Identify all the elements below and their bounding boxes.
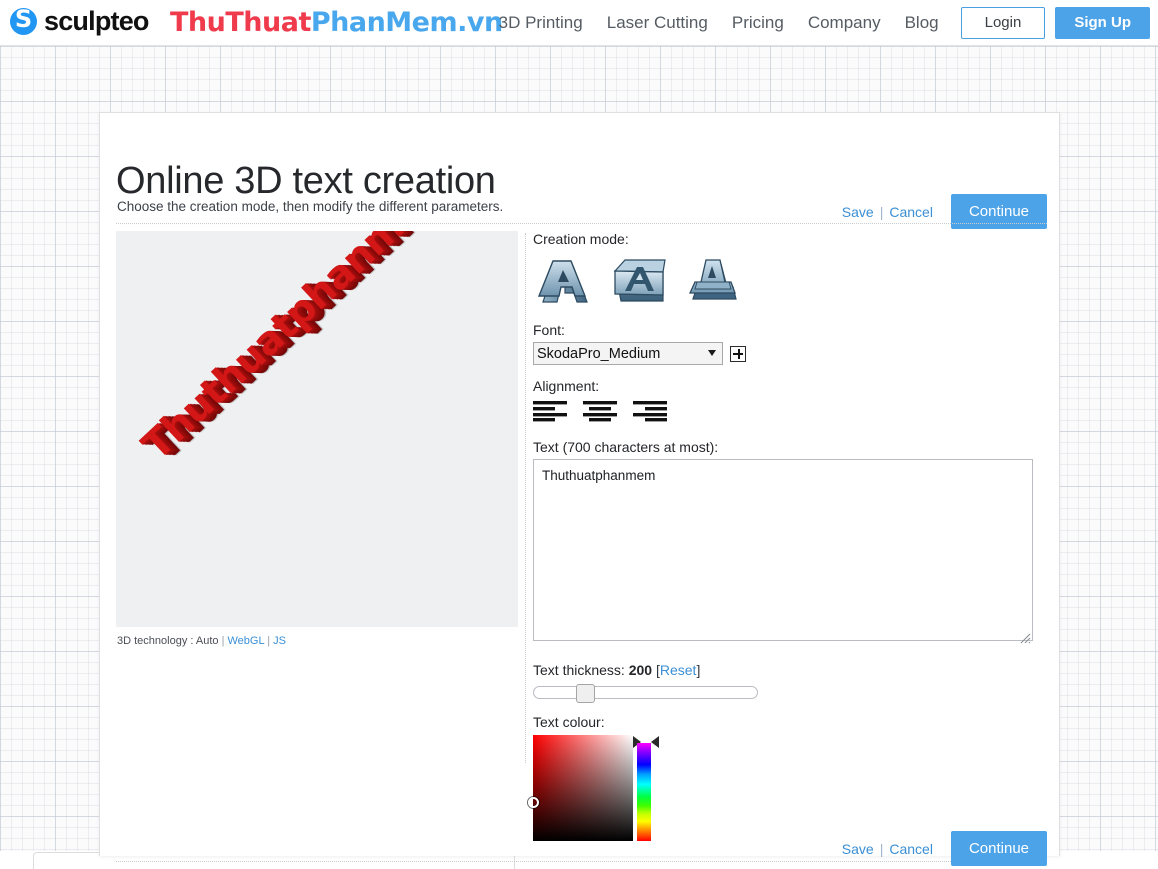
watermark-part-1: ThuThuat [170,7,311,38]
thickness-reset-bracket-close: ] [696,662,700,678]
login-button[interactable]: Login [961,7,1046,39]
thickness-slider[interactable] [533,686,758,699]
block-3d-letter-a-icon[interactable] [607,254,671,308]
sculpteo-logo[interactable]: sculpteo [10,6,149,36]
page-title: Online 3D text creation [116,160,496,203]
js-link[interactable]: JS [273,635,286,647]
tech-prefix-label: 3D technology : Auto [117,635,219,647]
3d-preview-canvas[interactable]: Thuthuatphanmem [116,231,518,627]
continue-button-bottom[interactable]: Continue [951,831,1047,866]
save-link-bottom[interactable]: Save [838,841,878,857]
cancel-link-top[interactable]: Cancel [885,204,937,220]
alignment-options [533,400,1045,422]
text-colour-picker [533,735,651,841]
thickness-slider-thumb[interactable] [576,684,595,703]
nav-item-company[interactable]: Company [796,0,893,46]
nav-item-pricing[interactable]: Pricing [720,0,796,46]
page-subtitle: Choose the creation mode, then modify th… [117,199,503,214]
nav-item-3d-printing[interactable]: 3D Printing [487,0,595,46]
font-label: Font: [533,322,1045,338]
thickness-value: 200 [629,662,652,678]
thickness-row: Text thickness: 200 [Reset] [533,662,1045,678]
preview-column: Thuthuatphanmem 3D technology : Auto | W… [116,231,518,771]
colour-selection-marker [528,797,539,808]
add-font-button[interactable] [730,346,746,362]
cancel-link-bottom[interactable]: Cancel [885,841,937,857]
bottom-action-row: Save | Cancel Continue [838,831,1047,866]
hue-marker-right-icon [651,736,659,748]
font-select[interactable]: SkodaPro_Medium [533,342,723,365]
creation-mode-label: Creation mode: [533,231,1045,247]
alignment-label: Alignment: [533,378,1045,394]
thickness-label: Text thickness: [533,662,625,678]
divider-top [116,223,1047,224]
align-center-icon[interactable] [583,400,617,422]
main-navigation: 3D Printing Laser Cutting Pricing Compan… [487,0,1150,46]
3d-rendered-text: Thuthuatphanmem [134,231,443,469]
site-header: sculpteo ThuThuatPhanMem.vn 3D Printing … [0,0,1158,46]
sculpteo-s-logo-icon [10,8,37,35]
text-input[interactable] [533,459,1033,641]
action-separator-bottom: | [878,841,886,857]
outline-3d-letter-a-icon[interactable] [533,254,597,308]
main-content-card: Online 3D text creation Choose the creat… [99,112,1060,856]
settings-column: Creation mode: [533,231,1045,841]
creation-mode-options [533,254,1045,308]
thuthuatphanmem-watermark: ThuThuatPhanMem.vn [170,7,503,38]
textarea-wrapper [533,459,1033,646]
nav-item-blog[interactable]: Blog [893,0,951,46]
signup-button[interactable]: Sign Up [1055,7,1150,39]
plate-3d-letter-a-icon[interactable] [681,254,745,308]
tech-separator-1: | [222,635,225,647]
font-select-wrapper: SkodaPro_Medium [533,342,723,365]
hue-slider-strip[interactable] [637,743,651,841]
saturation-value-square[interactable] [533,735,633,841]
align-right-icon[interactable] [633,400,667,422]
text-input-label: Text (700 characters at most): [533,439,1045,455]
align-left-icon[interactable] [533,400,567,422]
watermark-part-2: PhanMem [311,7,457,38]
column-divider [525,233,526,763]
save-link-top[interactable]: Save [838,204,878,220]
thickness-reset-link[interactable]: Reset [660,662,697,678]
tech-separator-2: | [267,635,270,647]
3d-technology-line: 3D technology : Auto | WebGL | JS [117,635,286,647]
action-separator-top: | [878,204,886,220]
text-colour-label: Text colour: [533,714,1045,730]
font-row: SkodaPro_Medium [533,342,1045,365]
logo-wordmark: sculpteo [44,6,149,36]
webgl-link[interactable]: WebGL [228,635,265,647]
nav-item-laser-cutting[interactable]: Laser Cutting [595,0,720,46]
